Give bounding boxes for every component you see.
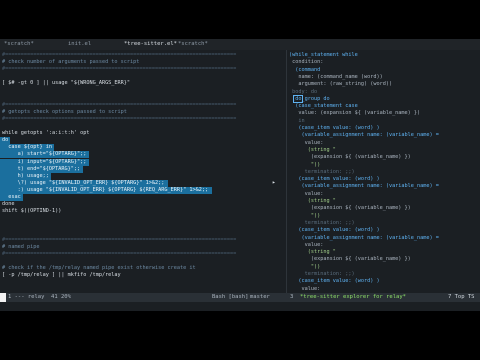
code-line: #=======================================…: [2, 52, 237, 58]
tab-scratch-2[interactable]: *scratch*: [178, 40, 208, 49]
code-line: case ${opt} in: [2, 144, 52, 152]
syntax-tree-line[interactable]: (variable_assignment name: (variable_nam…: [289, 132, 438, 139]
code-line: do: [2, 137, 9, 145]
syntax-tree-line[interactable]: value: (expansion ${ (variable_name) }): [289, 110, 420, 117]
major-mode: Bash [bash]: [212, 294, 249, 300]
syntax-tree-line[interactable]: condition:: [289, 59, 323, 66]
code-line: \?) usage "${INVALID_OPT_ERR} ${OPTARG}"…: [2, 179, 165, 187]
syntax-tree-line[interactable]: (variable_assignment name: (variable_nam…: [289, 183, 438, 190]
code-line: #=======================================…: [2, 115, 237, 122]
code-line: a) start="${OPTARG}";;: [2, 151, 87, 159]
code-line: #=======================================…: [2, 101, 237, 108]
code-line: #=======================================…: [2, 250, 237, 257]
code-line: # check number of arguments passed to sc…: [2, 59, 140, 66]
buffer-info: 1 --- relay 41 20%: [8, 294, 71, 300]
syntax-tree-line[interactable]: termination: ;;): [289, 220, 355, 227]
syntax-tree-line[interactable]: (expansion ${ (variable_name) }): [289, 256, 411, 263]
syntax-tree-line[interactable]: argument: (raw_string) (word)): [289, 81, 392, 88]
syntax-tree-line[interactable]: value:: [289, 140, 324, 147]
line-info: 3: [290, 294, 294, 300]
tab-bar: *scratch* init.el *tree-sitter.el* *scra…: [0, 39, 480, 50]
syntax-tree-line[interactable]: (string ": [289, 147, 336, 154]
code-line: :) usage "${INVALID_OPT_ERR} ${OPTARG} $…: [2, 186, 209, 194]
syntax-tree-line[interactable]: (expansion ${ (variable_name) }): [289, 205, 411, 212]
syntax-tree-line[interactable]: (case_item value: (word) ): [289, 278, 379, 285]
code-line: # getopts check options passed to script: [2, 108, 127, 115]
syntax-tree-line[interactable]: (case_item value: (word) ): [289, 125, 379, 132]
code-line: # named pipe: [2, 243, 40, 250]
mouse-cursor: ▸: [272, 179, 276, 186]
git-branch: master: [250, 294, 270, 300]
syntax-tree-line[interactable]: in: [289, 118, 304, 125]
code-line: i) input="${OPTARG}";;: [2, 158, 87, 166]
code-line: #=======================================…: [2, 236, 237, 243]
syntax-tree-line[interactable]: (case_item value: (word) ): [289, 176, 379, 183]
echo-area[interactable]: [0, 302, 480, 311]
explorer-title: *tree-sitter explorer for relay*: [300, 294, 406, 300]
code-line: [ -p /tmp/relay ] || mkfifo /tmp/relay: [2, 272, 121, 279]
code-line: # check if the /tmp/relay named pipe exi…: [2, 265, 196, 271]
syntax-tree-line[interactable]: (command: [289, 67, 320, 74]
tab-scratch[interactable]: *scratch*: [4, 40, 34, 49]
code-editor-pane[interactable]: #=======================================…: [0, 50, 286, 293]
syntax-tree-line[interactable]: (case_statement case: [289, 103, 357, 110]
code-line: t) end="${OPTARG}";;: [2, 165, 81, 173]
code-line: shift $((OPTIND-1)): [2, 208, 62, 215]
code-line: done: [2, 201, 15, 208]
mode-indicator: [0, 293, 6, 302]
syntax-tree-line[interactable]: (string ": [289, 198, 336, 205]
code-line: h) usage;;: [2, 172, 49, 180]
tab-tree-sitter-el[interactable]: *tree-sitter.el*: [124, 40, 177, 49]
syntax-tree-line[interactable]: ")): [289, 264, 320, 271]
syntax-tree-line[interactable]: (expansion ${ (variable_name) }): [289, 154, 411, 161]
buffer-position: 7 Top TS: [448, 294, 475, 300]
syntax-tree-line[interactable]: (string ": [289, 249, 336, 256]
code-line: while getopts ':a:i:t:h' opt: [2, 130, 90, 137]
code-line: [ $# -gt 0 ] || usage "${WRONG_ARGS_ERR}…: [2, 80, 131, 87]
syntax-tree-line[interactable]: value:: [289, 242, 324, 249]
code-line: #=======================================…: [2, 66, 237, 73]
code-line: esac: [2, 194, 21, 201]
syntax-tree-line[interactable]: (case_item value: (word) ): [289, 227, 379, 234]
mode-line: 1 --- relay 41 20% Bash [bash] master 3 …: [0, 293, 480, 302]
syntax-tree-line[interactable]: (variable_assignment name: (variable_nam…: [289, 235, 438, 242]
syntax-tree-line[interactable]: value:: [289, 191, 324, 198]
editor-window: *scratch* init.el *tree-sitter.el* *scra…: [0, 39, 480, 311]
syntax-tree-line[interactable]: ")): [289, 213, 320, 220]
focused-node-highlight: [293, 95, 303, 103]
syntax-tree-line[interactable]: termination: ;;): [289, 271, 355, 278]
syntax-tree-line[interactable]: (while_statement while: [289, 52, 358, 59]
syntax-tree-line[interactable]: value:: [289, 286, 320, 293]
syntax-tree-line[interactable]: termination: ;;): [289, 169, 355, 176]
syntax-tree-line[interactable]: name: (command_name (word)): [289, 74, 382, 81]
tree-sitter-explorer-pane[interactable]: (while_statement while condition: (comma…: [287, 50, 480, 293]
tab-init-el[interactable]: init.el: [68, 40, 91, 49]
syntax-tree-line[interactable]: ")): [289, 162, 320, 169]
